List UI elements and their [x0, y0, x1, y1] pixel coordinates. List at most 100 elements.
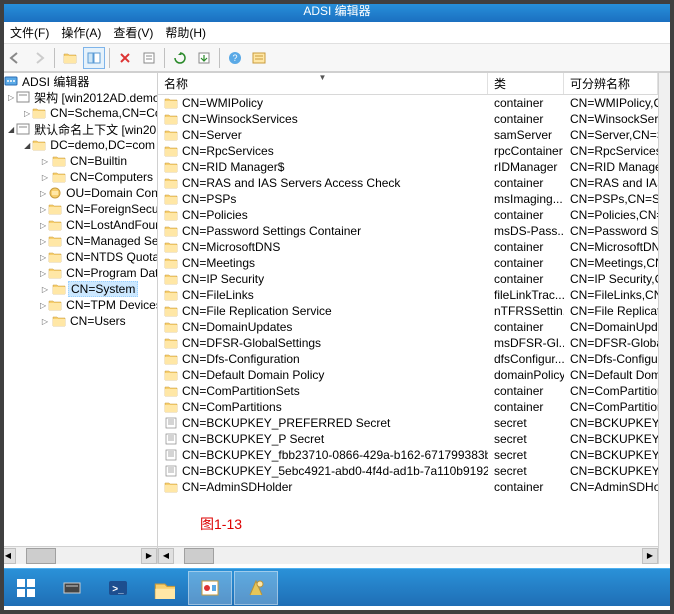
tree-item[interactable]: CN=Computers — [0, 169, 157, 185]
menu-action[interactable]: 操作(A) — [55, 22, 107, 43]
tree-item[interactable]: OU=Domain Contr — [0, 185, 157, 201]
list-row[interactable]: CN=BCKUPKEY_5ebc4921-abd0-4f4d-ad1b-7a11… — [158, 463, 658, 479]
tree-schema-context[interactable]: 架构 [win2012AD.demo.co — [0, 89, 157, 105]
menu-file[interactable]: 文件(F) — [4, 22, 55, 43]
back-button[interactable] — [4, 47, 26, 69]
list-row[interactable]: CN=PoliciescontainerCN=Policies,CN=S — [158, 207, 658, 223]
scroll-right-button[interactable]: ▶ — [642, 548, 658, 564]
tree-item[interactable]: CN=ForeignSecurit — [0, 201, 157, 217]
list-row[interactable]: CN=Password Settings ContainermsDS-Pass.… — [158, 223, 658, 239]
expander-icon[interactable] — [40, 172, 50, 182]
list-row[interactable]: CN=DFSR-GlobalSettingsmsDFSR-Gl...CN=DFS… — [158, 335, 658, 351]
expander-icon[interactable] — [40, 156, 50, 166]
tree-item[interactable]: CN=System — [0, 281, 157, 297]
powershell-button[interactable]: >_ — [96, 571, 140, 605]
mmc-button[interactable] — [188, 571, 232, 605]
list-row[interactable]: CN=PSPsmsImaging...CN=PSPs,CN=Syste — [158, 191, 658, 207]
list-row[interactable]: CN=WMIPolicycontainerCN=WMIPolicy,CN — [158, 95, 658, 111]
new-folder-button[interactable] — [59, 47, 81, 69]
expander-icon[interactable] — [24, 108, 30, 118]
cell-dn: CN=RAS and IAS S — [564, 176, 658, 190]
tree-item[interactable]: CN=LostAndFound — [0, 217, 157, 233]
folder-icon — [164, 305, 178, 317]
expander-icon[interactable] — [40, 220, 46, 230]
tree-item-label: CN=LostAndFound — [64, 218, 157, 232]
list-row[interactable]: CN=Default Domain PolicydomainPolicyCN=D… — [158, 367, 658, 383]
expander-icon[interactable] — [40, 204, 46, 214]
list-row[interactable]: CN=WinsockServicescontainerCN=WinsockSer… — [158, 111, 658, 127]
list-row[interactable]: CN=AdminSDHoldercontainerCN=AdminSDHold — [158, 479, 658, 495]
adsi-task-button[interactable] — [234, 571, 278, 605]
list-row[interactable]: CN=BCKUPKEY_P SecretsecretCN=BCKUPKEY_P … — [158, 431, 658, 447]
refresh-button[interactable] — [169, 47, 191, 69]
expander-icon[interactable] — [8, 124, 14, 134]
list-row[interactable]: CN=BCKUPKEY_PREFERRED SecretsecretCN=BCK… — [158, 415, 658, 431]
expander-icon[interactable] — [40, 316, 50, 326]
folder-icon — [164, 289, 178, 301]
scroll-left-button[interactable]: ◀ — [0, 548, 16, 564]
tree-hscroll[interactable]: ◀ ▶ — [0, 546, 157, 564]
tree-item-label: OU=Domain Contr — [64, 186, 157, 200]
help-button[interactable]: ? — [224, 47, 246, 69]
expander-icon[interactable] — [8, 92, 14, 102]
list-row[interactable]: CN=Dfs-ConfigurationdfsConfigur...CN=Dfs… — [158, 351, 658, 367]
expander-icon[interactable] — [40, 188, 46, 198]
list-row[interactable]: CN=FileLinksfileLinkTrac...CN=FileLinks,… — [158, 287, 658, 303]
list-row[interactable]: CN=File Replication ServicenTFRSSettin..… — [158, 303, 658, 319]
folder-icon — [164, 401, 178, 413]
sort-indicator-icon: ▼ — [319, 73, 327, 82]
tree-item[interactable]: CN=Users — [0, 313, 157, 329]
list-row[interactable]: CN=RID Manager$rIDManagerCN=RID Manager$ — [158, 159, 658, 175]
scroll-thumb[interactable] — [184, 548, 214, 564]
scroll-thumb[interactable] — [26, 548, 56, 564]
list-row[interactable]: CN=ServersamServerCN=Server,CN=Sys — [158, 127, 658, 143]
list-vscroll[interactable] — [658, 73, 674, 564]
list-row[interactable]: CN=MicrosoftDNScontainerCN=MicrosoftDNS — [158, 239, 658, 255]
col-dn[interactable]: 可分辨名称 — [564, 73, 658, 94]
folder-icon — [164, 209, 178, 221]
tree-dc[interactable]: DC=demo,DC=com — [0, 137, 157, 153]
list-row[interactable]: CN=IP SecuritycontainerCN=IP Security,CN — [158, 271, 658, 287]
list-row[interactable]: CN=RpcServicesrpcContainerCN=RpcServices… — [158, 143, 658, 159]
expander-icon[interactable] — [40, 284, 50, 294]
expander-icon[interactable] — [40, 252, 46, 262]
tree-root[interactable]: ADSI 编辑器 — [0, 73, 157, 89]
start-button[interactable] — [4, 571, 48, 605]
tree-item[interactable]: CN=TPM Devices — [0, 297, 157, 313]
col-class[interactable]: 类 — [488, 73, 564, 94]
list-row[interactable]: CN=MeetingscontainerCN=Meetings,CN= — [158, 255, 658, 271]
tree-item[interactable]: CN=NTDS Quotas — [0, 249, 157, 265]
list-row[interactable]: CN=ComPartitionSetscontainerCN=ComPartit… — [158, 383, 658, 399]
menu-view[interactable]: 查看(V) — [107, 22, 159, 43]
tree-schema-child[interactable]: CN=Schema,CN=Conf — [0, 105, 157, 121]
delete-button[interactable] — [114, 47, 136, 69]
expander-icon[interactable] — [40, 236, 46, 246]
col-name[interactable]: 名称 ▼ — [158, 73, 488, 94]
cell-class: samServer — [488, 128, 564, 142]
list-row[interactable]: CN=RAS and IAS Servers Access Checkconta… — [158, 175, 658, 191]
cell-class: container — [488, 208, 564, 222]
list-row[interactable]: CN=ComPartitionscontainerCN=ComPartition… — [158, 399, 658, 415]
scroll-left-button[interactable]: ◀ — [158, 548, 174, 564]
tree-item[interactable]: CN=Program Data — [0, 265, 157, 281]
expander-icon[interactable] — [40, 268, 46, 278]
properties-button[interactable] — [138, 47, 160, 69]
cell-dn: CN=FileLinks,CN=S — [564, 288, 658, 302]
menu-help[interactable]: 帮助(H) — [159, 22, 212, 43]
expander-icon[interactable] — [24, 140, 30, 150]
cell-class: secret — [488, 416, 564, 430]
tree-item[interactable]: CN=Builtin — [0, 153, 157, 169]
expander-icon[interactable] — [40, 300, 46, 310]
scroll-right-button[interactable]: ▶ — [141, 548, 157, 564]
show-tree-button[interactable] — [83, 47, 105, 69]
list-hscroll[interactable]: ◀ ▶ — [158, 546, 658, 564]
list-row[interactable]: CN=DomainUpdatescontainerCN=DomainUpdat — [158, 319, 658, 335]
forward-button[interactable] — [28, 47, 50, 69]
filter-button[interactable] — [248, 47, 270, 69]
server-manager-button[interactable] — [50, 571, 94, 605]
tree-item[interactable]: CN=Managed Serv — [0, 233, 157, 249]
list-row[interactable]: CN=BCKUPKEY_fbb23710-0866-429a-b162-6717… — [158, 447, 658, 463]
tree-default-context[interactable]: 默认命名上下文 [win2012AI — [0, 121, 157, 137]
export-button[interactable] — [193, 47, 215, 69]
explorer-button[interactable] — [142, 571, 186, 605]
